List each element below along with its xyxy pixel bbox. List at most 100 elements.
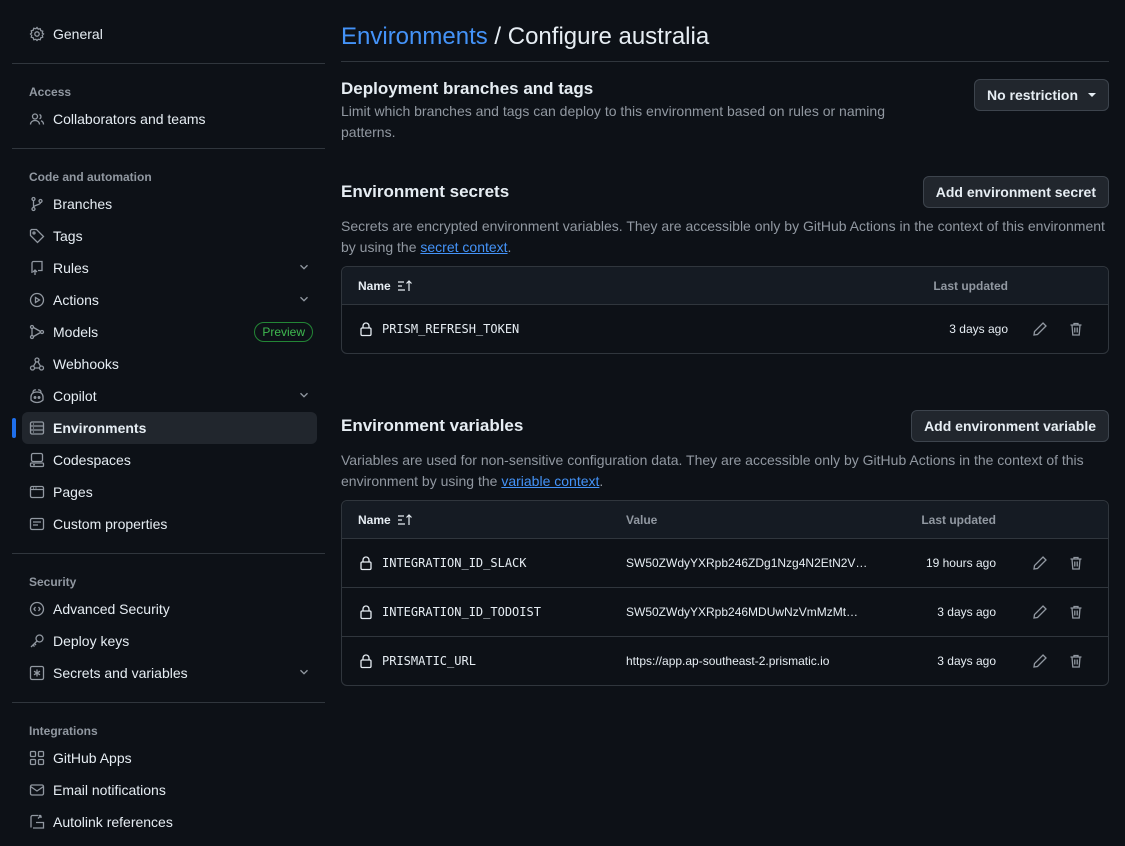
variable-updated: 19 hours ago — [925, 556, 996, 570]
variable-context-link[interactable]: variable context — [501, 473, 599, 489]
sidebar-item-environments[interactable]: Environments — [12, 412, 317, 444]
codescan-icon — [29, 601, 45, 617]
sort-ascending-icon[interactable] — [397, 513, 413, 527]
breadcrumb-environments[interactable]: Environments — [341, 23, 488, 50]
sidebar-item-label: Email notifications — [53, 782, 166, 798]
variable-name: INTEGRATION_ID_SLACK — [382, 556, 527, 570]
last-updated-column-header: Last updated — [921, 512, 996, 527]
dropdown-label: No restriction — [986, 87, 1078, 103]
sidebar-item-codespaces[interactable]: Codespaces — [12, 444, 325, 476]
secrets-description: Secrets are encrypted environment variab… — [341, 216, 1109, 258]
name-column-label: Name — [358, 278, 391, 293]
trash-icon[interactable] — [1068, 555, 1084, 571]
sidebar-item-custom-properties[interactable]: Custom properties — [12, 508, 325, 540]
sidebar-item-label: Deploy keys — [53, 633, 130, 649]
settings-sidebar: General Access Collaborators and teams C… — [12, 18, 325, 838]
sidebar-item-branches[interactable]: Branches — [12, 188, 325, 220]
play-icon — [29, 292, 45, 308]
add-environment-variable-button[interactable]: Add environment variable — [911, 410, 1109, 442]
sidebar-item-tags[interactable]: Tags — [12, 220, 325, 252]
sidebar-item-label: GitHub Apps — [53, 750, 132, 766]
deployment-restriction-dropdown[interactable]: No restriction — [973, 79, 1109, 111]
environment-title: Configure australia — [507, 23, 710, 50]
breadcrumb-separator: / — [487, 23, 508, 50]
sidebar-item-email-notifications[interactable]: Email notifications — [12, 774, 325, 806]
webhook-icon — [29, 356, 45, 372]
variables-description: Variables are used for non-sensitive con… — [341, 450, 1109, 492]
variables-title: Environment variables — [341, 416, 524, 435]
apps-icon — [29, 750, 45, 766]
variables-desc-text: Variables are used for non-sensitive con… — [341, 452, 1084, 489]
pencil-icon[interactable] — [1032, 321, 1048, 337]
trash-icon[interactable] — [1068, 604, 1084, 620]
variable-value: SW50ZWdyYXRpb246MDUwNzVmMzMt… — [626, 605, 859, 619]
sidebar-item-label: Secrets and variables — [53, 665, 188, 681]
sidebar-item-pages[interactable]: Pages — [12, 476, 325, 508]
table-row: INTEGRATION_ID_TODOIST SW50ZWdyYXRpb246M… — [342, 587, 1108, 636]
sidebar-item-autolink[interactable]: Autolink references — [12, 806, 325, 838]
caret-down-icon — [1088, 93, 1096, 97]
sidebar-item-rules[interactable]: Rules — [12, 252, 325, 284]
sidebar-item-webhooks[interactable]: Webhooks — [12, 348, 325, 380]
server-icon — [29, 420, 45, 436]
sidebar-item-label: Codespaces — [53, 452, 131, 468]
chevron-down-icon[interactable] — [297, 292, 313, 308]
chevron-down-icon[interactable] — [297, 388, 313, 404]
chevron-down-icon[interactable] — [297, 260, 313, 276]
sidebar-item-label: Custom properties — [53, 516, 168, 532]
key-asterisk-icon — [29, 665, 45, 681]
secret-context-link[interactable]: secret context — [420, 239, 507, 255]
sidebar-item-label: Tags — [53, 228, 83, 244]
lock-icon — [358, 555, 374, 571]
variable-name: INTEGRATION_ID_TODOIST — [382, 605, 541, 619]
repo-push-icon — [29, 260, 45, 276]
sidebar-item-copilot[interactable]: Copilot — [12, 380, 325, 412]
sidebar-item-general[interactable]: General — [12, 18, 325, 50]
group-title-access: Access — [29, 85, 72, 99]
secrets-desc-suffix: . — [507, 239, 512, 255]
pencil-icon[interactable] — [1032, 653, 1048, 669]
sidebar-item-label: Models — [53, 324, 99, 340]
sidebar-item-collaborators[interactable]: Collaborators and teams — [12, 103, 325, 135]
copilot-icon — [29, 388, 45, 404]
sidebar-item-actions[interactable]: Actions — [12, 284, 325, 316]
group-title-integrations: Integrations — [29, 724, 98, 738]
sidebar-item-label: Copilot — [53, 388, 97, 404]
pencil-icon[interactable] — [1032, 604, 1048, 620]
sidebar-item-label: Environments — [53, 420, 147, 436]
name-column-header[interactable]: Name — [342, 513, 626, 527]
trash-icon[interactable] — [1068, 653, 1084, 669]
trash-icon[interactable] — [1068, 321, 1084, 337]
sidebar-item-secrets-variables[interactable]: Secrets and variables — [12, 657, 325, 689]
sidebar-item-advanced-security[interactable]: Advanced Security — [12, 593, 325, 625]
add-environment-secret-button[interactable]: Add environment secret — [922, 176, 1109, 208]
sort-ascending-icon[interactable] — [397, 279, 413, 293]
lock-icon — [358, 321, 374, 337]
secrets-title: Environment secrets — [341, 182, 510, 201]
sidebar-item-label: Webhooks — [53, 356, 119, 372]
value-column-header: Value — [626, 512, 658, 527]
sidebar-divider — [12, 553, 325, 554]
secrets-table-header: Name Last updated — [342, 267, 1108, 304]
people-icon — [29, 111, 45, 127]
secret-updated: 3 days ago — [949, 322, 1008, 336]
codespaces-icon — [29, 452, 45, 468]
last-updated-column-header: Last updated — [933, 278, 1008, 293]
key-icon — [29, 633, 45, 649]
variable-value: https://app.ap-southeast-2.prismatic.io — [626, 654, 830, 668]
pencil-icon[interactable] — [1032, 555, 1048, 571]
variable-name: PRISMATIC_URL — [382, 654, 476, 668]
sidebar-item-label: Actions — [53, 292, 99, 308]
mail-icon — [29, 782, 45, 798]
variables-table: Name Value Last updated INTEGRATION_ID_S… — [341, 500, 1109, 686]
chevron-down-icon[interactable] — [297, 665, 313, 681]
sidebar-item-models[interactable]: Models Preview — [12, 316, 325, 348]
preview-badge: Preview — [254, 322, 313, 342]
cross-reference-icon — [29, 814, 45, 830]
git-branch-icon — [29, 196, 45, 212]
name-column-header[interactable]: Name — [342, 279, 902, 293]
lock-icon — [358, 604, 374, 620]
main-content: Environments / Configure australia Deplo… — [341, 18, 1109, 686]
sidebar-item-deploy-keys[interactable]: Deploy keys — [12, 625, 325, 657]
sidebar-item-github-apps[interactable]: GitHub Apps — [12, 742, 325, 774]
